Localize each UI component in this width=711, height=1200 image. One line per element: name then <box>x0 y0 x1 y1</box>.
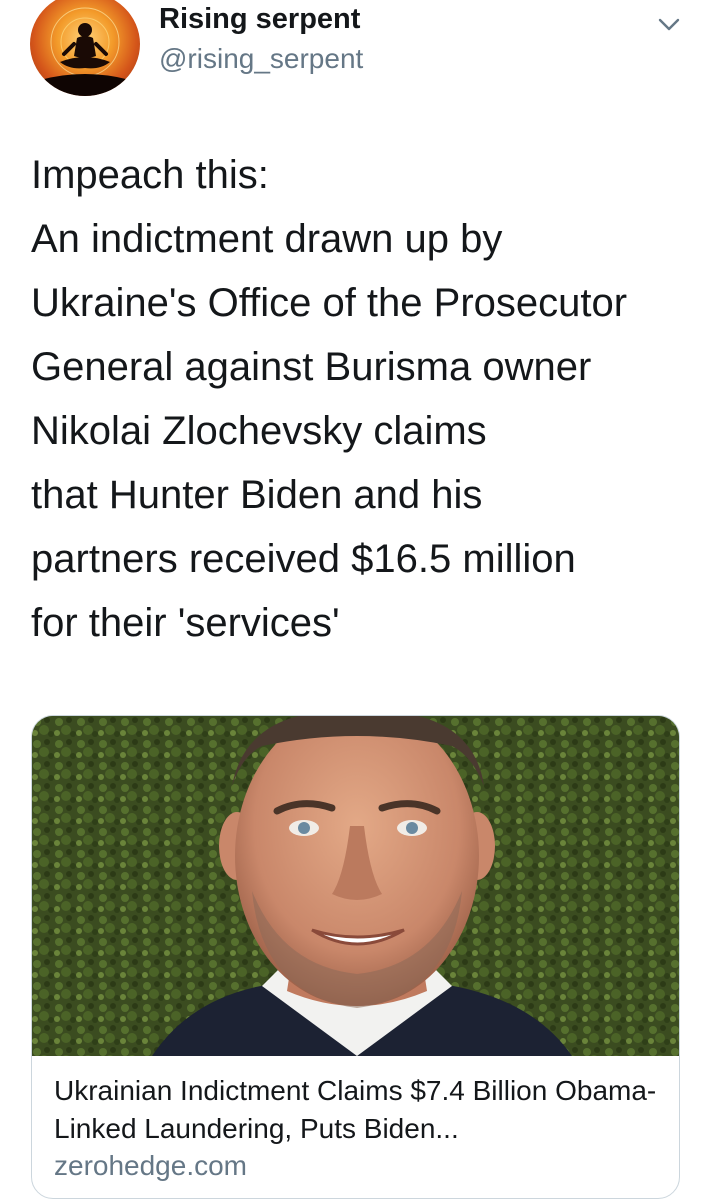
card-title[interactable]: Ukrainian Indictment Claims $7.4 Billion… <box>54 1072 664 1148</box>
chevron-down-icon[interactable] <box>656 14 682 34</box>
author-name[interactable]: Rising serpent <box>159 3 360 36</box>
link-card[interactable]: Ukrainian Indictment Claims $7.4 Billion… <box>31 715 680 1199</box>
man-portrait-photo-icon <box>32 716 679 1056</box>
tweet: Rising serpent @rising_serpent Impeach t… <box>0 0 711 1200</box>
author-handle[interactable]: @rising_serpent <box>159 43 363 75</box>
card-domain[interactable]: zerohedge.com <box>54 1150 247 1182</box>
card-image[interactable] <box>32 716 679 1056</box>
tweet-text: Impeach this: An indictment drawn up by … <box>31 153 628 645</box>
meditating-figure-icon <box>40 7 130 96</box>
avatar[interactable] <box>30 0 140 96</box>
